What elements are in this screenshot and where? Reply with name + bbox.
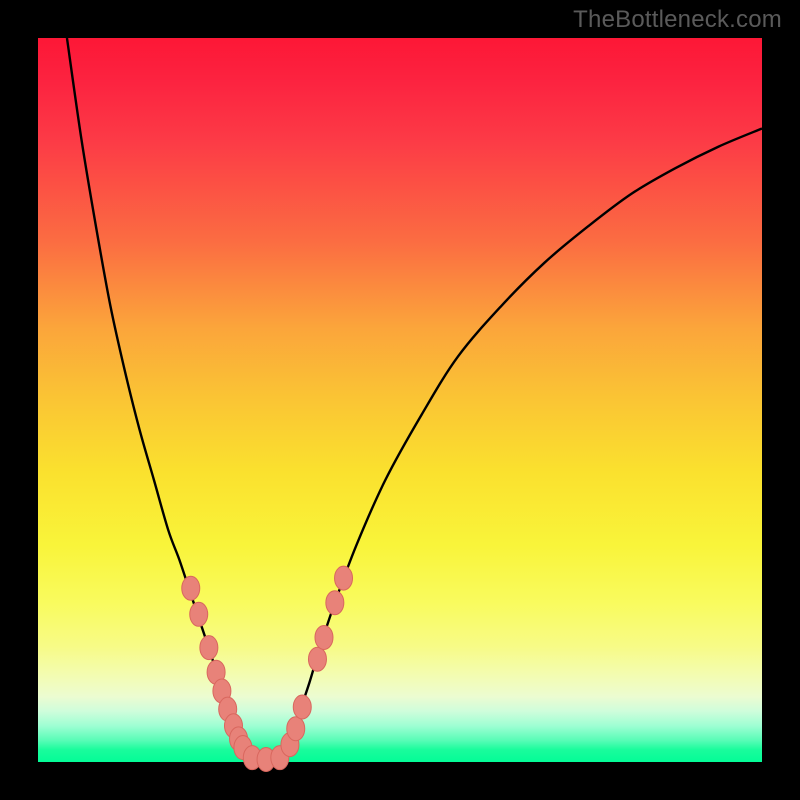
marker-layer [182,566,353,771]
chart-frame: TheBottleneck.com [0,0,800,800]
data-marker [315,625,333,649]
bottleneck-curve [67,38,762,761]
data-marker [335,566,353,590]
data-marker [287,717,305,741]
data-marker [293,695,311,719]
watermark-text: TheBottleneck.com [573,6,782,34]
data-marker [190,602,208,626]
data-marker [182,576,200,600]
curve-layer [67,38,762,761]
data-marker [308,647,326,671]
data-marker [326,591,344,615]
chart-svg [38,38,762,762]
data-marker [200,636,218,660]
